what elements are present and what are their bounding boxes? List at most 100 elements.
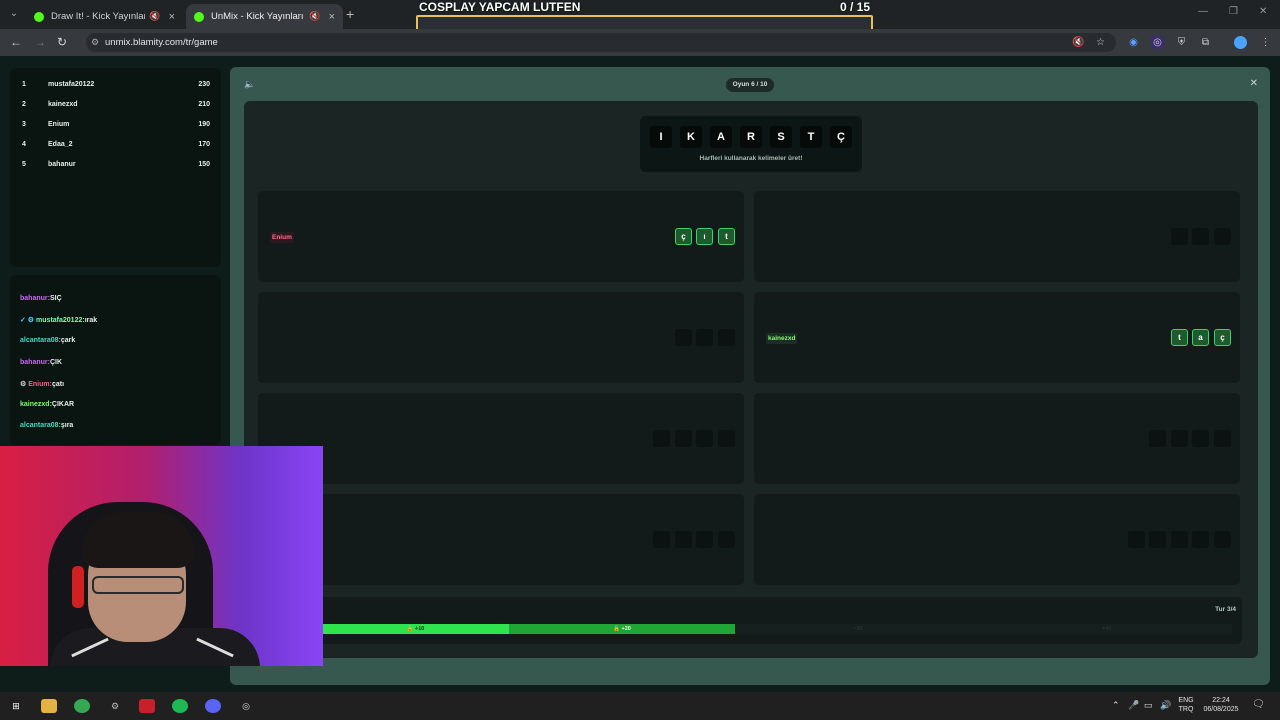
chrome-icon[interactable]: [74, 699, 90, 713]
progress-segment: +40: [981, 624, 1232, 634]
extension-eye-icon[interactable]: ◎: [1151, 36, 1164, 49]
player-name: mustafa20122: [48, 81, 95, 88]
word-letter-cell: [675, 329, 692, 346]
chat-user: bahanur:: [20, 359, 50, 366]
new-tab-button[interactable]: +: [346, 6, 354, 22]
word-slot: [258, 292, 744, 383]
app-icon[interactable]: [139, 699, 155, 713]
sound-toggle-icon[interactable]: 🔈: [244, 79, 255, 90]
app-icon[interactable]: ◎: [238, 699, 254, 713]
segment-points: +10: [415, 626, 425, 632]
tab-muted-icon[interactable]: 🔇: [309, 11, 320, 22]
headset: [72, 566, 84, 608]
file-explorer-icon[interactable]: [41, 699, 57, 713]
rank: 2: [22, 101, 26, 108]
player-name: bahanur: [48, 161, 76, 168]
word-letter-cell: [653, 430, 670, 447]
solver-name: kainezxd: [766, 333, 798, 344]
chat-text: ırak: [84, 317, 98, 324]
reload-icon[interactable]: ↻: [57, 35, 67, 49]
volume-icon[interactable]: 🔊: [1160, 701, 1171, 710]
time-text: 22:24: [1212, 697, 1230, 704]
player-score: 230: [198, 81, 210, 88]
segment-points: +20: [621, 626, 631, 632]
close-game-icon[interactable]: ✕: [1250, 78, 1258, 89]
letter-tile: I: [650, 126, 672, 148]
leaderboard-row: 4 Edaa_2 170: [22, 141, 210, 155]
notifications-icon[interactable]: 🗨: [1252, 700, 1265, 710]
tab-search-icon[interactable]: ⌄: [6, 6, 22, 22]
letter-tile: A: [710, 126, 732, 148]
letter-tile: K: [680, 126, 702, 148]
chat-message: bahanur:ÇIK: [20, 359, 62, 366]
extension-shield-icon[interactable]: ⛨: [1175, 36, 1188, 49]
microphone-icon[interactable]: 🎤: [1128, 701, 1139, 710]
tray-overflow-icon[interactable]: ⌃: [1112, 701, 1120, 710]
rank: 1: [22, 81, 26, 88]
chat-badge-icon: ✓ ⚙: [20, 317, 35, 324]
tab-close-icon[interactable]: ×: [169, 11, 175, 23]
chat-text: çatı: [51, 381, 65, 388]
kick-favicon-icon: [34, 11, 44, 22]
browser-menu-icon[interactable]: ⋮: [1259, 36, 1272, 49]
tab-close-icon[interactable]: ×: [329, 11, 335, 23]
progress-segment: 🔒 +20: [509, 624, 735, 634]
chat-text: şıra: [60, 422, 74, 429]
tab-title: UnMix - Kick Yayınları İçin: [211, 11, 305, 22]
discord-icon[interactable]: [205, 699, 221, 713]
kick-favicon-icon: [194, 11, 204, 22]
url-bar[interactable]: ⚙ unmix.blamity.com/tr/game: [86, 33, 1116, 52]
spotify-icon[interactable]: [172, 699, 188, 713]
chat-badge-icon: ⚙: [20, 381, 27, 388]
word-letter-cell: [1149, 531, 1166, 548]
language-indicator[interactable]: ENG TRQ: [1176, 696, 1196, 714]
solver-name: Enium: [270, 232, 294, 243]
stream-goal-title: COSPLAY YAPCAM LUTFEN 0 / 15: [419, 0, 874, 14]
tab-muted-icon[interactable]: 🔇: [149, 11, 160, 22]
tab-muted-icon[interactable]: 🔇: [1072, 36, 1085, 49]
chat-text: SIÇ: [49, 295, 62, 302]
player-score: 150: [198, 161, 210, 168]
network-icon[interactable]: ▭: [1144, 701, 1153, 710]
streamer-hair: [82, 512, 194, 568]
word-letter-cell: [1214, 228, 1231, 245]
word-letter-cell: [718, 329, 735, 346]
start-icon[interactable]: ⊞: [8, 699, 24, 713]
chat-message: ⚙ Enium:çatı: [20, 380, 64, 388]
tab-draw-it[interactable]: Draw It! - Kick Yayınları İçin 🔇 ×: [26, 4, 183, 29]
word-slot: [754, 393, 1240, 484]
extensions-puzzle-icon[interactable]: ⧉: [1199, 36, 1212, 49]
player-name: Edaa_2: [48, 141, 73, 148]
word-slot: [258, 393, 744, 484]
chat-text: çark: [60, 337, 76, 344]
window-close-icon[interactable]: ✕: [1259, 6, 1267, 17]
chat-panel: bahanur:SIÇ ✓ ⚙ mustafa20122:ırak alcant…: [10, 275, 221, 445]
chat-user: bahanur:: [20, 295, 50, 302]
minimize-icon[interactable]: —: [1198, 6, 1208, 17]
word-letter-cell: t: [718, 228, 735, 245]
chat-user: alcantara08:: [20, 422, 61, 429]
word-letter-cell: [1192, 531, 1209, 548]
extension-audio-icon[interactable]: ◉: [1127, 36, 1140, 49]
word-letter-cell: [653, 531, 670, 548]
app-icon[interactable]: ⚙: [107, 699, 123, 713]
letter-tile: S: [770, 126, 792, 148]
word-slot: [754, 191, 1240, 282]
chat-message: kainezxd:ÇIKAR: [20, 401, 74, 408]
forward-icon[interactable]: →: [34, 35, 46, 49]
leaderboard-row: 2 kainezxd 210: [22, 101, 210, 115]
profile-avatar-icon[interactable]: [1234, 36, 1247, 49]
back-icon[interactable]: ←: [10, 35, 22, 49]
word-letter-cell: [675, 430, 692, 447]
tab-unmix[interactable]: UnMix - Kick Yayınları İçin 🔇 ×: [186, 4, 343, 29]
progress-segment: 🔒 +10: [322, 624, 509, 634]
word-letter-cell: [1192, 430, 1209, 447]
word-letter-cell: [1128, 531, 1145, 548]
maximize-icon[interactable]: ❐: [1229, 6, 1238, 17]
goal-text: COSPLAY YAPCAM LUTFEN: [419, 0, 581, 14]
leaderboard-panel: 1 mustafa20122 230 2 kainezxd 210 3 Eniu…: [10, 68, 221, 267]
bookmark-star-icon[interactable]: ☆: [1094, 36, 1107, 49]
word-slot: [258, 494, 744, 585]
site-info-icon[interactable]: ⚙: [91, 33, 99, 52]
clock[interactable]: 22:24 06/08/2025: [1200, 696, 1242, 714]
